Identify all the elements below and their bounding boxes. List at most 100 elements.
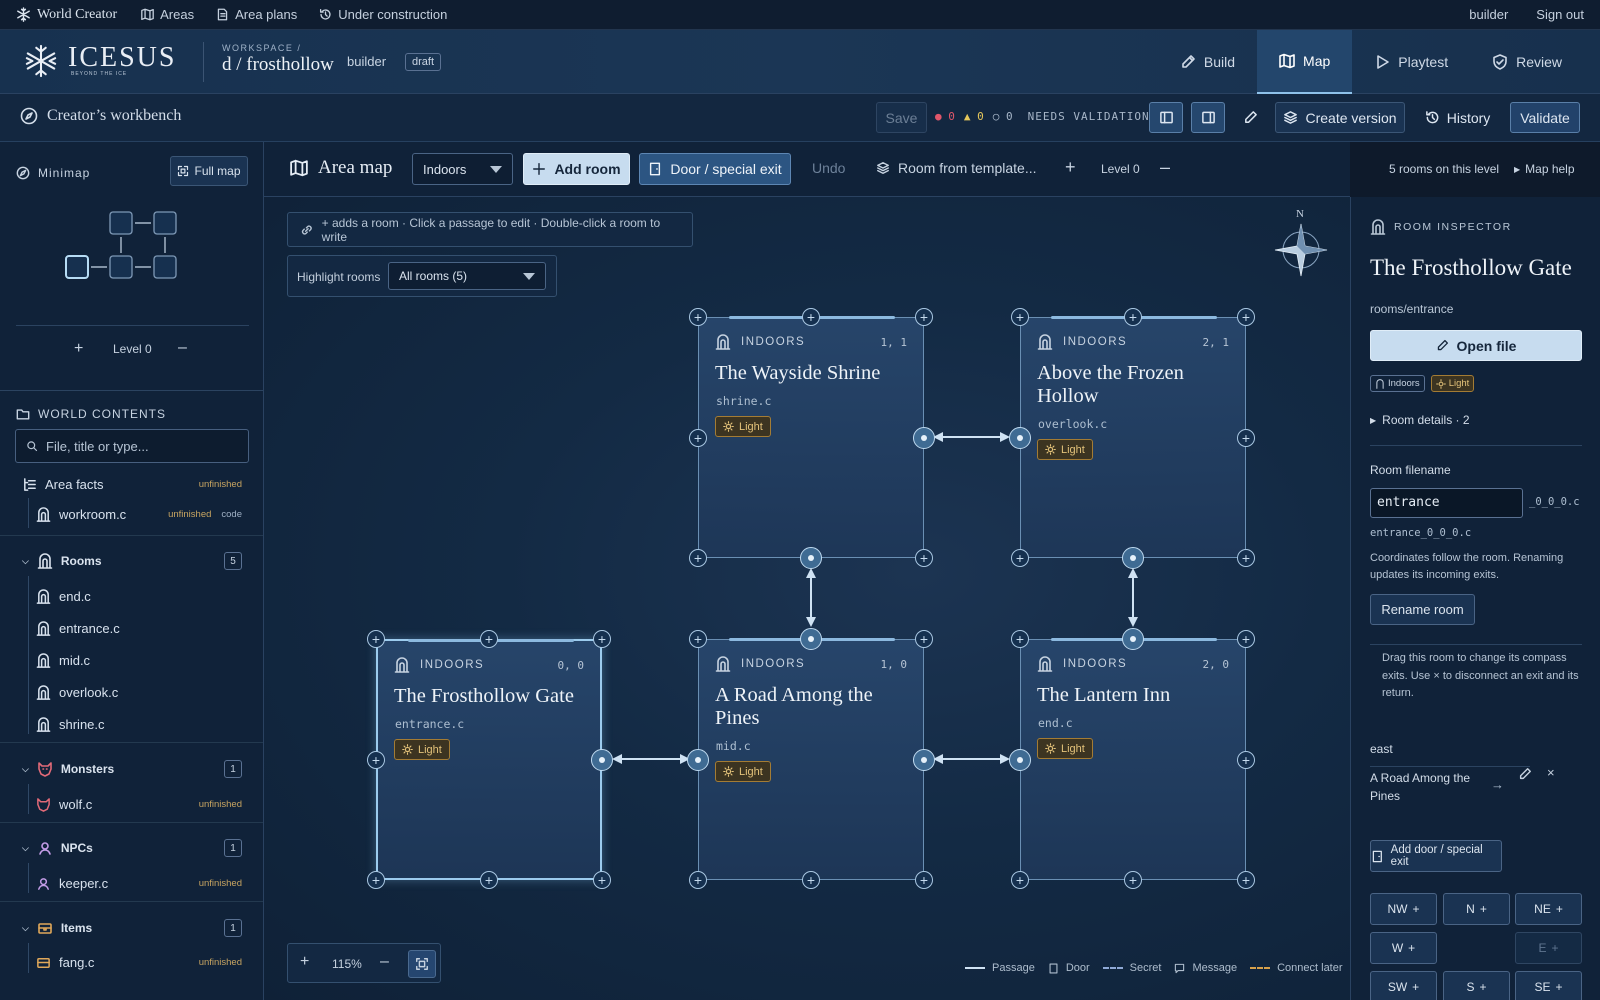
- add-exit-node[interactable]: +: [1237, 308, 1255, 326]
- highlight-select[interactable]: All rooms (5): [388, 262, 546, 290]
- add-exit-node[interactable]: +: [1011, 871, 1029, 889]
- add-exit-node[interactable]: +: [1237, 871, 1255, 889]
- nav-under-construction[interactable]: Under construction: [319, 7, 447, 22]
- add-exit-node[interactable]: +: [480, 630, 498, 648]
- room-from-template-button[interactable]: Room from template...: [876, 160, 1037, 176]
- door-exit-button[interactable]: Door / special exit: [639, 153, 791, 185]
- group-monsters[interactable]: ⌵ Monsters 1: [0, 754, 263, 784]
- add-exit-node[interactable]: +: [689, 630, 707, 648]
- create-version-button[interactable]: Create version: [1275, 102, 1405, 133]
- toggle-right-panel-button[interactable]: [1191, 102, 1225, 133]
- add-exit-node[interactable]: +: [1011, 308, 1029, 326]
- list-item-mid[interactable]: mid.c: [0, 646, 263, 674]
- list-item-workroom[interactable]: workroom.c unfinished code: [0, 500, 263, 528]
- contents-search-input[interactable]: File, title or type...: [15, 429, 249, 463]
- exit-n-button[interactable]: N +: [1443, 893, 1510, 925]
- list-item-entrance[interactable]: entrance.c: [0, 614, 263, 642]
- undo-button[interactable]: Undo: [812, 160, 845, 176]
- room-card-entrance[interactable]: INDOORS 0, 0 The Frosthollow Gate entran…: [376, 639, 602, 880]
- exit-connected-node[interactable]: [1009, 748, 1031, 771]
- open-file-button[interactable]: Open file: [1370, 330, 1582, 361]
- tab-map[interactable]: Map: [1257, 30, 1353, 94]
- add-exit-node[interactable]: +: [1237, 428, 1255, 447]
- exit-target[interactable]: A Road Among the Pines: [1370, 769, 1480, 805]
- add-exit-node[interactable]: +: [802, 308, 820, 326]
- exit-connected-node[interactable]: [1122, 547, 1144, 569]
- add-exit-node[interactable]: +: [689, 871, 707, 889]
- exit-se-button[interactable]: SE +: [1515, 971, 1582, 1000]
- validate-button[interactable]: Validate: [1510, 102, 1580, 133]
- exit-s-button[interactable]: S +: [1443, 971, 1510, 1000]
- level-down-button[interactable]: –: [178, 339, 187, 357]
- zoom-out-button[interactable]: –: [380, 953, 389, 971]
- map-help-button[interactable]: ▶ Map help: [1514, 162, 1575, 176]
- nav-area-plans[interactable]: Area plans: [216, 7, 297, 22]
- add-exit-node[interactable]: +: [367, 871, 385, 889]
- exit-connected-node[interactable]: [1122, 628, 1144, 650]
- add-exit-node[interactable]: +: [1124, 871, 1142, 889]
- add-exit-node[interactable]: +: [915, 630, 933, 648]
- history-button[interactable]: History: [1415, 102, 1500, 133]
- group-npcs[interactable]: ⌵ NPCs 1: [0, 833, 263, 863]
- edit-button[interactable]: [1238, 102, 1262, 133]
- minimap[interactable]: [60, 208, 190, 284]
- tab-review[interactable]: Review: [1470, 30, 1600, 94]
- list-item-wolf[interactable]: wolf.c unfinished: [0, 790, 263, 818]
- exit-sw-button[interactable]: SW +: [1370, 971, 1437, 1000]
- room-details-toggle[interactable]: ▶ Room details · 2: [1370, 413, 1470, 427]
- exit-connected-node[interactable]: [800, 547, 822, 569]
- exit-nw-button[interactable]: NW +: [1370, 893, 1437, 925]
- fit-view-button[interactable]: [408, 950, 436, 978]
- room-card-mid[interactable]: INDOORS 1, 0 A Road Among the Pines mid.…: [698, 638, 924, 880]
- toggle-left-panel-button[interactable]: [1149, 102, 1183, 133]
- tab-playtest[interactable]: Playtest: [1352, 30, 1470, 94]
- user-name[interactable]: builder: [1469, 7, 1508, 22]
- add-exit-node[interactable]: +: [1011, 630, 1029, 648]
- add-exit-node[interactable]: +: [1237, 549, 1255, 567]
- list-item-overlook[interactable]: overlook.c: [0, 678, 263, 706]
- add-exit-node[interactable]: +: [689, 428, 707, 447]
- add-exit-node[interactable]: +: [480, 871, 498, 889]
- add-exit-node[interactable]: +: [915, 308, 933, 326]
- group-rooms[interactable]: ⌵ Rooms 5: [0, 546, 263, 576]
- logo[interactable]: ICESUS BEYOND THE ICE: [24, 44, 176, 78]
- add-exit-node[interactable]: +: [1011, 549, 1029, 567]
- list-item-shrine[interactable]: shrine.c: [0, 710, 263, 738]
- add-exit-node[interactable]: +: [593, 871, 611, 889]
- add-exit-node[interactable]: +: [1237, 630, 1255, 648]
- add-exit-node[interactable]: +: [367, 750, 385, 769]
- rename-room-button[interactable]: Rename room: [1370, 594, 1475, 625]
- exit-connected-node[interactable]: [800, 628, 822, 650]
- full-map-button[interactable]: Full map: [170, 156, 248, 186]
- add-exit-node[interactable]: +: [367, 630, 385, 648]
- nav-areas[interactable]: Areas: [141, 7, 194, 22]
- add-exit-node[interactable]: +: [802, 871, 820, 889]
- exit-connected-node[interactable]: [1009, 426, 1031, 449]
- group-items[interactable]: ⌵ Items 1: [0, 913, 263, 943]
- exit-connected-node[interactable]: [913, 426, 935, 449]
- add-door-button[interactable]: Add door / special exit: [1370, 840, 1502, 872]
- level-up-button[interactable]: +: [1065, 157, 1076, 178]
- area-facts-item[interactable]: Area facts unfinished: [0, 470, 263, 498]
- level-up-button[interactable]: +: [74, 340, 83, 358]
- room-card-end[interactable]: INDOORS 2, 0 The Lantern Inn end.c Light: [1020, 638, 1246, 880]
- add-exit-node[interactable]: +: [915, 871, 933, 889]
- add-exit-node[interactable]: +: [915, 549, 933, 567]
- add-room-button[interactable]: Add room: [523, 153, 630, 185]
- brand-link[interactable]: World Creator: [16, 7, 117, 23]
- room-card-overlook[interactable]: INDOORS 2, 1 Above the Frozen Hollow ove…: [1020, 316, 1246, 558]
- pencil-icon[interactable]: [1518, 767, 1532, 781]
- add-exit-node[interactable]: +: [689, 549, 707, 567]
- add-exit-node[interactable]: +: [593, 630, 611, 648]
- add-exit-node[interactable]: +: [1124, 308, 1142, 326]
- exit-e-button[interactable]: E +: [1515, 932, 1582, 964]
- room-type-select[interactable]: Indoors: [412, 153, 513, 185]
- list-item-keeper[interactable]: keeper.c unfinished: [0, 869, 263, 897]
- zoom-in-button[interactable]: +: [300, 953, 309, 971]
- add-exit-node[interactable]: +: [689, 308, 707, 326]
- exit-connected-node[interactable]: [913, 748, 935, 771]
- tab-build[interactable]: Build: [1158, 30, 1257, 94]
- save-button[interactable]: Save: [876, 102, 927, 133]
- list-item-fang[interactable]: fang.c unfinished: [0, 948, 263, 976]
- sign-out-link[interactable]: Sign out: [1536, 7, 1584, 22]
